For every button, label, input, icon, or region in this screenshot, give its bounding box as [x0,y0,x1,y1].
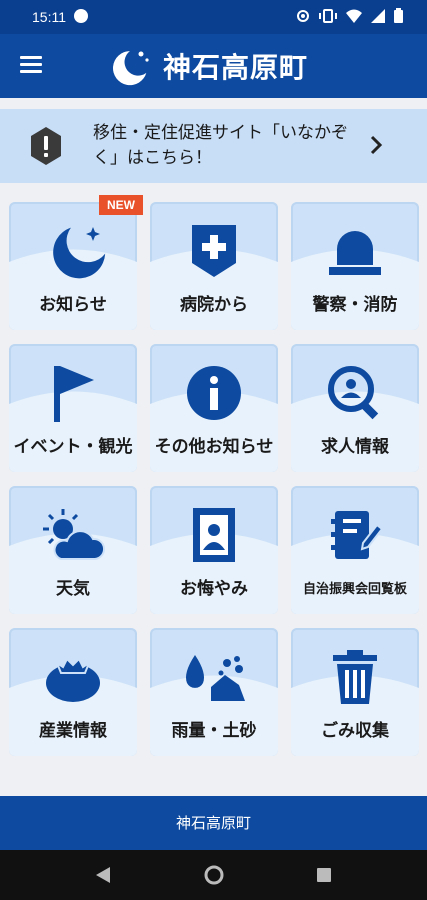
flag-icon [54,366,94,422]
town-logo-icon [112,51,149,86]
tile-news[interactable]: お知らせ [9,202,137,330]
wifi-icon [346,9,362,23]
tile-circular-board[interactable]: 自治振興会回覧板 [291,486,419,614]
hospital-icon [192,225,236,277]
tile-label: 天気 [56,579,90,599]
alert-icon [31,127,61,165]
status-time: 15:11 [32,9,66,25]
menu-button[interactable] [20,56,42,74]
vibrate-icon [319,8,337,23]
recents-icon[interactable] [316,867,332,883]
home-icon[interactable] [204,865,224,885]
system-nav-bar [0,850,427,900]
tile-label: 警察・消防 [312,295,398,315]
tile-label: その他お知らせ [154,437,274,457]
tile-label: お悔やみ [180,579,248,599]
app-title: 神石高原町 [163,51,309,84]
footer-bar: 神石高原町 [0,796,427,850]
tile-label: 求人情報 [321,437,389,457]
notification-icon [74,9,88,23]
tile-label: 雨量・土砂 [171,721,257,741]
tile-industry[interactable]: 産業情報 [9,628,137,756]
tile-label: 自治振興会回覧板 [302,582,407,597]
banner-text: 移住・定住促進サイト「いなかぞく」はこちら！ [93,123,348,168]
tile-condolences[interactable]: お悔やみ [150,486,278,614]
job-search-icon [328,366,379,420]
status-icons [296,8,403,23]
moon-star-icon [53,227,106,279]
status-bar: 15:11 [0,0,427,34]
new-badge: NEW [99,195,143,215]
tile-garbage[interactable]: ごみ収集 [291,628,419,756]
tile-weather[interactable]: 天気 [9,486,137,614]
info-icon [187,366,241,420]
circular-board-icon [331,511,383,559]
chevron-right-icon [370,135,383,155]
app-bar: 神石高原町 [0,34,427,98]
tomato-icon [46,657,100,702]
tile-label: ごみ収集 [321,721,389,741]
siren-icon [329,231,381,275]
memorial-icon [193,508,235,562]
location-icon [297,9,309,22]
tile-label: お知らせ [39,295,107,315]
tile-rainfall[interactable]: 雨量・土砂 [150,628,278,756]
tile-label: 産業情報 [39,721,107,741]
trash-icon [333,650,377,704]
weather-icon [43,509,105,560]
tile-label: 病院から [180,295,248,315]
tile-jobs[interactable]: 求人情報 [291,344,419,472]
relocation-banner[interactable]: 移住・定住促進サイト「いなかぞく」はこちら！ [0,109,427,183]
tile-hospital[interactable]: 病院から [150,202,278,330]
battery-icon [394,8,403,23]
brand: 神石高原町 [105,44,308,88]
tile-police-fire[interactable]: 警察・消防 [291,202,419,330]
signal-icon [371,8,385,23]
tile-other-news[interactable]: その他お知らせ [150,344,278,472]
rain-landslide-icon [186,655,245,701]
tile-label: イベント・観光 [13,437,133,457]
tile-events[interactable]: イベント・観光 [9,344,137,472]
back-icon[interactable] [96,867,110,883]
